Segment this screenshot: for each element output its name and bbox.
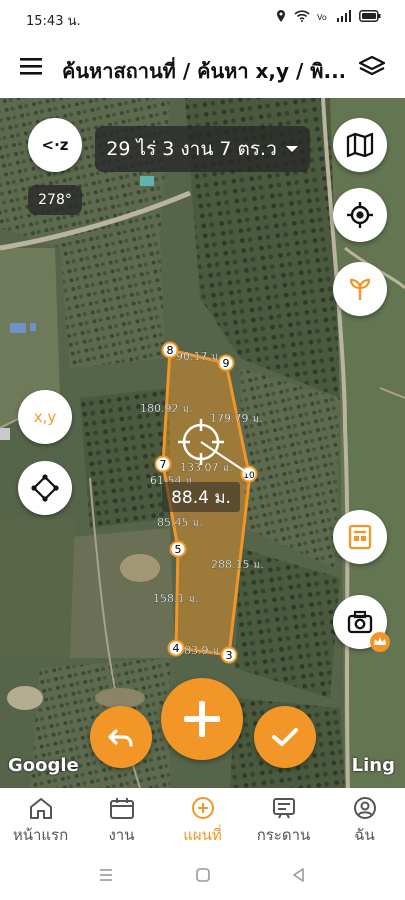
add-point-button[interactable] bbox=[161, 678, 243, 760]
nav-tasks[interactable]: งาน bbox=[81, 788, 162, 850]
vertex-marker[interactable]: 9 bbox=[217, 354, 235, 372]
home-icon bbox=[29, 798, 52, 819]
nav-home-label: หน้าแรก bbox=[12, 826, 69, 844]
map-icon bbox=[346, 132, 374, 158]
chevron-down-icon bbox=[285, 146, 298, 152]
battery-icon bbox=[359, 10, 381, 22]
current-distance: 88.4 ม. bbox=[162, 482, 240, 512]
polygon-tool-button[interactable] bbox=[18, 461, 72, 515]
nav-home[interactable]: หน้าแรก bbox=[0, 788, 81, 850]
satellite-map[interactable]: 90.17 ม. 180.92 ม. 179.79 ม. 133.07 ม. 6… bbox=[0, 98, 405, 788]
status-time: 15:43 น. bbox=[26, 14, 81, 29]
plant-button[interactable] bbox=[333, 262, 387, 316]
my-location-button[interactable] bbox=[333, 188, 387, 242]
svg-text:4: 4 bbox=[173, 642, 180, 655]
nav-map-label: แผนที่ bbox=[183, 826, 222, 844]
segment-label: 83.9 ม. bbox=[184, 644, 223, 657]
crown-badge-icon bbox=[370, 632, 390, 652]
search-title[interactable]: ค้นหาสถานที่ / ค้นหา x,y / พิ... bbox=[62, 55, 344, 87]
wifi-icon bbox=[294, 10, 310, 22]
bottom-nav: หน้าแรก งาน แผนที่ กระดาน ฉัน bbox=[0, 788, 405, 850]
board-icon bbox=[272, 798, 295, 819]
bearing-badge: 278° bbox=[28, 185, 82, 215]
segment-label: 180.92 ม. bbox=[140, 402, 193, 415]
back-icon[interactable] bbox=[290, 866, 308, 884]
area-label: 29 ไร่ 3 งาน 7 ตร.ว bbox=[106, 138, 277, 160]
status-icons: Vo bbox=[275, 9, 381, 23]
svg-text:8: 8 bbox=[167, 344, 174, 357]
report-button[interactable] bbox=[333, 510, 387, 564]
undo-icon bbox=[108, 729, 133, 747]
vertex-marker[interactable]: 3 bbox=[220, 646, 238, 664]
plus-icon bbox=[184, 701, 220, 737]
area-selector[interactable]: 29 ไร่ 3 งาน 7 ตร.ว bbox=[95, 126, 310, 172]
nav-tasks-label: งาน bbox=[108, 826, 135, 844]
segment-label: 179.79 ม. bbox=[210, 412, 263, 425]
plant-icon bbox=[349, 278, 371, 300]
nav-profile-label: ฉัน bbox=[354, 826, 375, 844]
nav-board-label: กระดาน bbox=[256, 826, 311, 844]
segment-label: 90.17 ม. bbox=[176, 350, 222, 363]
nav-profile[interactable]: ฉัน bbox=[324, 788, 405, 850]
svg-text:7: 7 bbox=[160, 458, 167, 471]
document-icon bbox=[348, 524, 372, 550]
vertex-marker[interactable]: 8 bbox=[161, 341, 179, 359]
ling-logo: Ling bbox=[351, 755, 395, 776]
home-system-icon[interactable] bbox=[194, 866, 212, 884]
polygon-tool-icon bbox=[31, 474, 59, 502]
segment-label: 158.1 ม. bbox=[153, 592, 199, 605]
signal-volte-icon: Vo bbox=[317, 13, 327, 22]
system-nav-bar bbox=[0, 850, 405, 900]
zoom-toggle-button[interactable]: <·z bbox=[28, 118, 82, 172]
location-icon bbox=[277, 10, 285, 22]
zoom-label: <·z bbox=[41, 136, 69, 154]
xy-button[interactable]: x,y bbox=[18, 390, 72, 444]
svg-text:3: 3 bbox=[226, 649, 233, 662]
layers-icon[interactable] bbox=[357, 54, 387, 80]
user-icon bbox=[353, 797, 376, 819]
cell-signal-icon bbox=[337, 10, 351, 22]
confirm-button[interactable] bbox=[254, 706, 316, 768]
google-logo: Google bbox=[8, 755, 79, 776]
undo-button[interactable] bbox=[90, 706, 152, 768]
app-header: ค้นหาสถานที่ / ค้นหา x,y / พิ... bbox=[0, 36, 405, 98]
xy-label: x,y bbox=[33, 408, 57, 426]
gps-target-icon bbox=[347, 202, 373, 228]
vertex-marker[interactable]: 4 bbox=[167, 639, 185, 657]
check-icon bbox=[272, 728, 298, 746]
calendar-icon bbox=[109, 798, 134, 819]
map-plus-icon bbox=[191, 797, 214, 819]
segment-label: 133.07 ม. bbox=[180, 461, 233, 474]
svg-text:5: 5 bbox=[175, 543, 182, 556]
segment-label: 85.45 ม. bbox=[157, 516, 203, 529]
nav-board[interactable]: กระดาน bbox=[243, 788, 324, 850]
map-type-button[interactable] bbox=[333, 118, 387, 172]
vertex-marker[interactable]: 5 bbox=[169, 540, 187, 558]
status-bar: 15:43 น. Vo bbox=[0, 0, 405, 36]
vertex-marker[interactable]: 7 bbox=[154, 455, 172, 473]
menu-icon[interactable] bbox=[18, 54, 46, 78]
nav-map[interactable]: แผนที่ bbox=[162, 788, 243, 850]
recent-apps-icon[interactable] bbox=[97, 866, 115, 884]
svg-text:9: 9 bbox=[223, 357, 230, 370]
camera-button[interactable] bbox=[333, 595, 390, 652]
segment-label: 288.15 ม. bbox=[211, 558, 264, 571]
svg-text:Vo: Vo bbox=[317, 13, 327, 22]
